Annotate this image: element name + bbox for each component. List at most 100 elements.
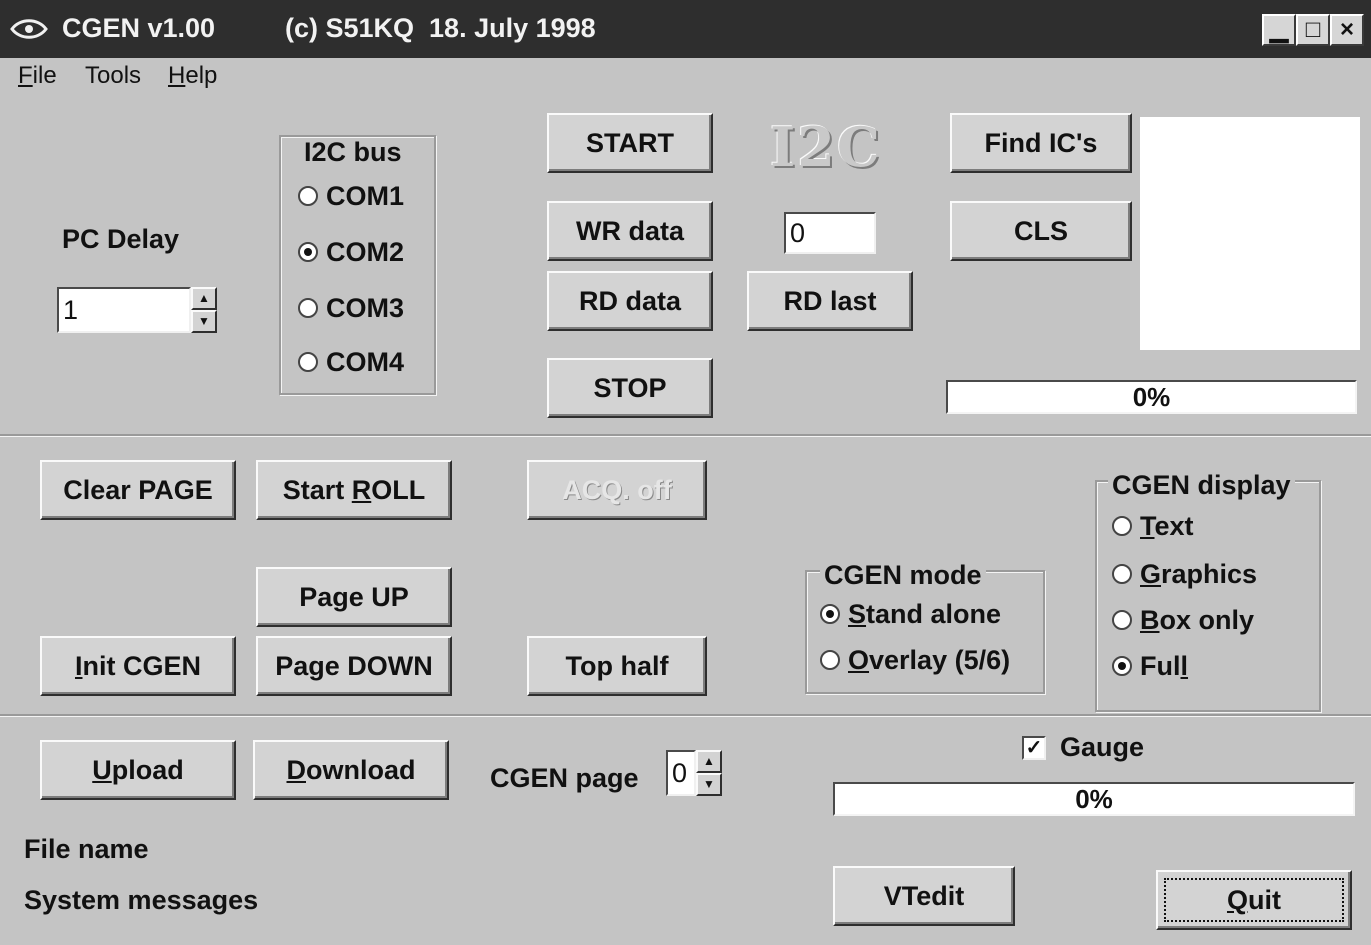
radio-box-only-label: Box only (1140, 604, 1255, 635)
radio-text-label: Text (1140, 510, 1194, 541)
close-icon: × (1339, 16, 1354, 43)
radio-graphics-text: Graphics (1140, 559, 1257, 590)
upload-label: Upload (92, 754, 184, 785)
download-button[interactable]: Download (253, 740, 449, 800)
wr-data-button[interactable]: WR data (547, 201, 713, 261)
init-cgen-button[interactable]: Init CGEN (40, 636, 236, 696)
vtedit-button[interactable]: VTedit (833, 866, 1015, 926)
menu-file[interactable]: File (18, 62, 57, 90)
menu-tools[interactable]: Tools (85, 62, 141, 90)
rd-data-button[interactable]: RD data (547, 271, 713, 331)
radio-box-only-dot (1112, 610, 1132, 630)
app-icon (10, 19, 48, 39)
start-button[interactable]: START (547, 113, 713, 173)
file-name-label: File name (24, 834, 149, 864)
cgen-page-input[interactable]: 0 (666, 750, 696, 796)
cgen-window: CGEN v1.00 (c) S51KQ 18. July 1998 ▁ □ ×… (0, 0, 1371, 945)
stop-button[interactable]: STOP (547, 358, 713, 418)
i2c-logo: I2C (770, 115, 882, 179)
pc-delay-up-button[interactable]: ▲ (191, 287, 217, 310)
radio-text-dot (1112, 516, 1132, 536)
radio-box-only-text: Box only (1140, 605, 1254, 636)
init-cgen-label: Init CGEN (74, 650, 201, 681)
maximize-button[interactable]: □ (1296, 14, 1330, 46)
quit-button[interactable]: Quit (1156, 870, 1352, 930)
upload-button[interactable]: Upload (40, 740, 236, 800)
radio-com3-dot (298, 298, 318, 318)
gauge-checkbox[interactable]: ✓ (1022, 736, 1046, 760)
radio-com1-label: COM1 (326, 180, 405, 211)
i2c-bus-title: I2C bus (304, 137, 402, 167)
radio-graphics-dot (1112, 564, 1132, 584)
download-label: Download (286, 754, 416, 785)
cls-button[interactable]: CLS (950, 201, 1132, 261)
start-roll-label: Start ROLL (282, 474, 426, 505)
acq-off-button: ACQ. off (527, 460, 707, 520)
radio-stand-alone-dot (820, 604, 840, 624)
radio-com4-label: COM4 (326, 346, 405, 377)
radio-full-dot (1112, 656, 1132, 676)
top-half-button[interactable]: Top half (527, 636, 707, 696)
radio-full-text: Full (1140, 651, 1188, 682)
window-title: CGEN v1.00 (62, 13, 216, 43)
arrow-up-icon: ▲ (703, 754, 715, 768)
cgen-page-down-button[interactable]: ▼ (696, 773, 722, 796)
system-messages-label: System messages (24, 885, 259, 915)
cgen-mode-title: CGEN mode (820, 560, 986, 591)
radio-overlay-label: Overlay (5/6) (848, 644, 1011, 675)
menu-help[interactable]: Help (168, 62, 217, 90)
radio-overlay-dot (820, 650, 840, 670)
pc-delay-down-button[interactable]: ▼ (191, 310, 217, 333)
minimize-icon: ▁ (1269, 16, 1289, 43)
radio-stand-alone[interactable]: Stand alone (820, 596, 1001, 632)
radio-text[interactable]: Text (1112, 508, 1194, 544)
quit-label: Quit (1226, 884, 1281, 915)
separator-upper (0, 434, 1371, 437)
arrow-down-icon: ▼ (198, 314, 210, 328)
radio-com2[interactable]: COM2 (298, 234, 404, 270)
radio-graphics[interactable]: Graphics (1112, 556, 1257, 592)
find-ics-button[interactable]: Find IC's (950, 113, 1132, 173)
minimize-button[interactable]: ▁ (1262, 14, 1296, 46)
data-value-input[interactable]: 0 (784, 212, 876, 254)
maximize-icon: □ (1305, 16, 1321, 43)
cgen-display-title: CGEN display (1108, 470, 1295, 501)
page-down-button[interactable]: Page DOWN (256, 636, 452, 696)
radio-stand-alone-text: Stand alone (848, 599, 1001, 630)
radio-box-only[interactable]: Box only (1112, 602, 1254, 638)
radio-graphics-label: Graphics (1140, 558, 1258, 589)
radio-full[interactable]: Full (1112, 648, 1188, 684)
menu-help-label: Help (168, 62, 218, 89)
gauge-progress-bar: 0% (833, 782, 1355, 816)
radio-com4-dot (298, 352, 318, 372)
gauge-label: Gauge (1060, 732, 1145, 762)
radio-com2-label: COM2 (326, 236, 405, 267)
checkmark-icon: ✓ (1025, 737, 1043, 759)
rd-last-button[interactable]: RD last (747, 271, 913, 331)
menu-file-label: File (18, 62, 57, 89)
find-progress-bar: 0% (946, 380, 1357, 414)
pc-delay-label: PC Delay (62, 224, 180, 254)
arrow-up-icon: ▲ (198, 291, 210, 305)
radio-com2-dot (298, 242, 318, 262)
radio-full-label: Full (1140, 650, 1189, 681)
menu-bar: File Tools Help (0, 58, 1371, 94)
cgen-page-label: CGEN page (490, 763, 639, 793)
start-roll-button[interactable]: Start ROLL (256, 460, 452, 520)
radio-overlay[interactable]: Overlay (5/6) (820, 642, 1010, 678)
window-title-info: (c) S51KQ 18. July 1998 (285, 13, 596, 43)
radio-stand-alone-label: Stand alone (848, 598, 1002, 629)
radio-com1[interactable]: COM1 (298, 178, 404, 214)
radio-com3-label: COM3 (326, 292, 405, 323)
cgen-page-up-button[interactable]: ▲ (696, 750, 722, 773)
radio-com4[interactable]: COM4 (298, 344, 404, 380)
radio-com3[interactable]: COM3 (298, 290, 404, 326)
clear-page-button[interactable]: Clear PAGE (40, 460, 236, 520)
close-button[interactable]: × (1330, 14, 1364, 46)
radio-com1-dot (298, 186, 318, 206)
title-bar[interactable]: CGEN v1.00 (c) S51KQ 18. July 1998 ▁ □ × (0, 0, 1371, 58)
page-up-button[interactable]: Page UP (256, 567, 452, 627)
separator-lower (0, 714, 1371, 717)
pc-delay-input[interactable]: 1 (57, 287, 191, 333)
ic-list-panel (1140, 117, 1360, 350)
